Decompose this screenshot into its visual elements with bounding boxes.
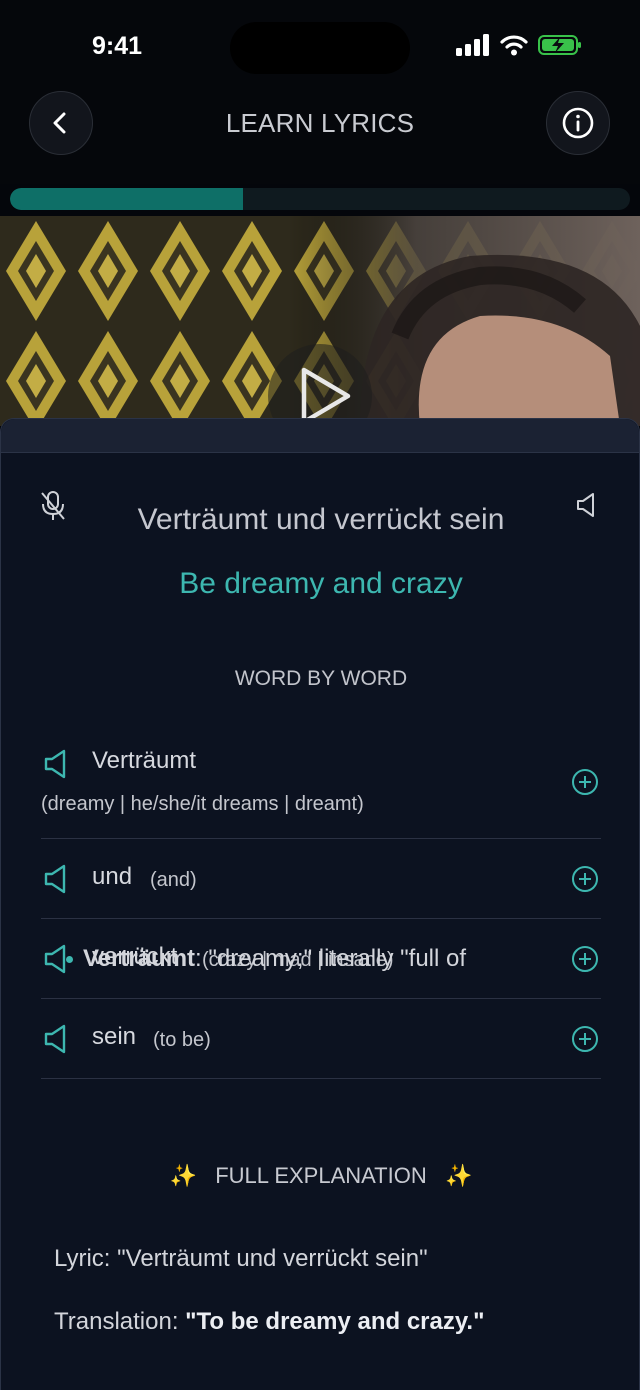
plus-circle-icon <box>572 946 598 972</box>
sheet-header[interactable] <box>1 419 639 453</box>
video-player[interactable] <box>0 216 640 426</box>
word-text: sein <box>92 1023 137 1050</box>
bullet-term: Verträumt <box>83 945 196 972</box>
add-word-button[interactable] <box>571 865 599 898</box>
speaker-icon <box>44 864 66 894</box>
bullet-text: : "dreamy;" literally "full of <box>195 945 467 972</box>
lesson-progress-fill <box>10 188 243 210</box>
plus-circle-icon <box>572 769 598 795</box>
full-explanation-heading: ✨ FULL EXPLANATION ✨ <box>1 1163 640 1189</box>
word-text: Verträumt <box>92 747 197 774</box>
full-explanation-title: FULL EXPLANATION <box>215 1163 427 1188</box>
status-time: 9:41 <box>92 32 143 60</box>
info-icon <box>562 107 594 139</box>
word-row: sein (to be) <box>41 999 601 1079</box>
sparkle-icon: ✨ <box>169 1163 197 1188</box>
explanation-translation: Translation: "To be dreamy and crazy." <box>54 1308 484 1336</box>
bullet-dot <box>66 956 73 964</box>
word-row: und (and) <box>41 839 601 919</box>
plus-circle-icon <box>572 1026 598 1052</box>
status-bar: 9:41 <box>0 0 640 92</box>
play-icon <box>301 367 351 425</box>
explanation-translation-value: "To be dreamy and crazy." <box>185 1308 485 1335</box>
explanation-lyric-label: Lyric: <box>54 1245 111 1272</box>
word-gloss: (to be) <box>153 1029 211 1051</box>
battery-charging-icon <box>538 35 581 55</box>
signal-icon <box>456 34 489 56</box>
add-word-button[interactable] <box>571 768 599 801</box>
sparkle-icon: ✨ <box>445 1163 473 1188</box>
add-word-button[interactable] <box>571 1025 599 1058</box>
explanation-bullet: Verträumt: "dreamy;" literally "full of <box>66 945 466 973</box>
word-speaker-button[interactable] <box>43 749 69 784</box>
plus-circle-icon <box>572 866 598 892</box>
speaker-icon <box>44 1024 66 1054</box>
word-text: und <box>92 863 133 890</box>
word-speaker-button[interactable] <box>43 1024 69 1059</box>
lyric-translation: Be dreamy and crazy <box>179 567 463 600</box>
explanation-lyric: Lyric: "Verträumt und verrückt sein" <box>54 1245 428 1273</box>
wifi-icon <box>500 35 528 56</box>
lesson-progress-bar <box>10 188 630 210</box>
explanation-lyric-value: "Verträumt und verrückt sein" <box>117 1245 428 1272</box>
dynamic-island <box>230 22 410 74</box>
word-speaker-button[interactable] <box>43 864 69 899</box>
header: LEARN LYRICS <box>0 88 640 184</box>
lyrics-sheet: Verträumt und verrückt sein Be dreamy an… <box>0 418 640 1390</box>
word-gloss: (dreamy | he/she/it dreams | dreamt) <box>41 793 364 815</box>
word-gloss: (and) <box>150 869 197 891</box>
explanation-translation-label: Translation: <box>54 1308 179 1335</box>
lyric-original: Verträumt und verrückt sein <box>137 503 505 536</box>
page-title: LEARN LYRICS <box>225 108 415 138</box>
play-button[interactable] <box>268 344 372 426</box>
status-icons <box>456 34 582 56</box>
info-button[interactable] <box>546 91 610 155</box>
word-by-word-heading: WORD BY WORD <box>234 667 408 690</box>
add-word-button[interactable] <box>571 945 599 978</box>
word-row: Verträumt (dreamy | he/she/it dreams | d… <box>41 731 601 839</box>
speaker-icon <box>44 749 66 779</box>
